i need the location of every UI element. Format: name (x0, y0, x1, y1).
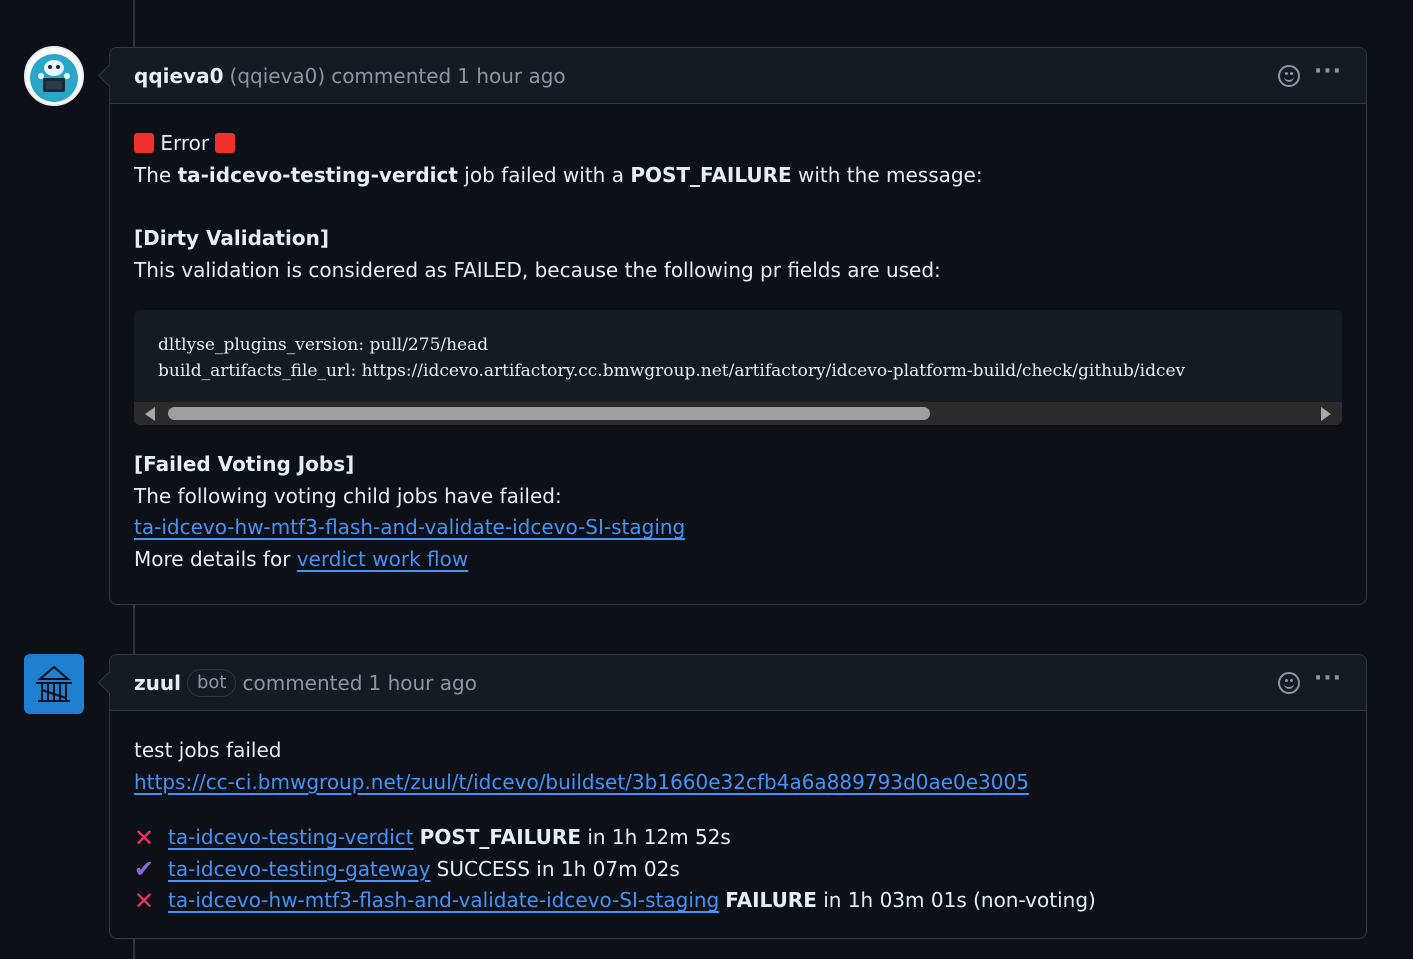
job-name: ta-idcevo-testing-verdict (177, 162, 458, 187)
buildset-link[interactable]: https://cc-ci.bmwgroup.net/zuul/t/idcevo… (134, 770, 1029, 794)
zuul-gate-avatar[interactable] (24, 654, 84, 714)
details-prefix: More details for (134, 546, 297, 571)
code-content: dltlyse_plugins_version: pull/275/head bu… (134, 310, 1342, 402)
x-icon: ✕ (134, 886, 155, 915)
job-result: SUCCESS (436, 856, 530, 881)
sentence-mid: job failed with a (457, 162, 631, 187)
job-result-row: ✔ ta-idcevo-testing-gateway SUCCESS in 1… (134, 854, 1342, 886)
scroll-right-icon[interactable] (1321, 407, 1331, 421)
comment-body: Error The ta-idcevo-testing-verdict job … (110, 104, 1366, 599)
comment-timestamp[interactable]: 1 hour ago (457, 64, 565, 88)
more-options-icon[interactable]: ··· (1314, 667, 1342, 690)
scrollbar-thumb[interactable] (168, 407, 930, 420)
comment-body: test jobs failed https://cc-ci.bmwgroup.… (110, 711, 1366, 941)
comment-author[interactable]: zuul (134, 671, 181, 695)
comment-author[interactable]: qqieva0 (134, 64, 224, 88)
scroll-left-icon[interactable] (145, 407, 155, 421)
bot-badge: bot (186, 668, 237, 697)
summary-text: test jobs failed (134, 738, 282, 762)
job-link[interactable]: ta-idcevo-hw-mtf3-flash-and-validate-idc… (168, 885, 719, 917)
comment-action: commented (242, 670, 363, 695)
x-icon: ✕ (134, 823, 155, 852)
sentence-suffix: with the message: (791, 162, 983, 187)
failure-type: POST_FAILURE (630, 162, 792, 187)
comment-card: qqieva0 (qqieva0) commented 1 hour ago ·… (109, 47, 1367, 605)
section-text-dirty-validation: This validation is considered as FAILED,… (134, 257, 941, 282)
job-link[interactable]: ta-idcevo-testing-verdict (168, 822, 414, 854)
comment-action: commented (331, 63, 452, 88)
comment-header: zuul bot commented 1 hour ago ··· (110, 655, 1366, 711)
section-title-dirty-validation: [Dirty Validation] (134, 226, 329, 250)
comment-timestamp[interactable]: 1 hour ago (369, 671, 477, 695)
robot-avatar[interactable] (24, 46, 84, 106)
job-duration: in 1h 12m 52s (580, 825, 731, 849)
header-actions: ··· (1277, 667, 1342, 694)
horizontal-scrollbar[interactable] (134, 402, 1342, 425)
comment-card: zuul bot commented 1 hour ago ··· test j… (109, 654, 1367, 939)
error-heading: Error (134, 128, 1342, 160)
error-label: Error (160, 131, 210, 155)
author-login: (qqieva0) (229, 63, 326, 88)
code-block: dltlyse_plugins_version: pull/275/head bu… (134, 310, 1342, 425)
add-reaction-icon[interactable] (1277, 64, 1300, 87)
section-title-failed-jobs: [Failed Voting Jobs] (134, 452, 355, 476)
job-duration: in 1h 03m 01s (non-voting) (816, 888, 1096, 912)
check-icon: ✔ (134, 855, 155, 884)
job-result: FAILURE (725, 888, 817, 912)
comment-header: qqieva0 (qqieva0) commented 1 hour ago ·… (110, 48, 1366, 104)
job-link[interactable]: ta-idcevo-testing-gateway (168, 854, 431, 886)
header-actions: ··· (1277, 60, 1342, 87)
failure-sentence: The ta-idcevo-testing-verdict job failed… (134, 160, 1342, 192)
job-result-row: ✕ ta-idcevo-hw-mtf3-flash-and-validate-i… (134, 885, 1342, 917)
more-options-icon[interactable]: ··· (1314, 60, 1342, 83)
failed-job-link[interactable]: ta-idcevo-hw-mtf3-flash-and-validate-idc… (134, 515, 685, 539)
job-result-row: ✕ ta-idcevo-testing-verdict POST_FAILURE… (134, 822, 1342, 854)
job-result: POST_FAILURE (419, 825, 581, 849)
add-reaction-icon[interactable] (1277, 671, 1300, 694)
section-text-failed-jobs: The following voting child jobs have fai… (134, 483, 562, 508)
sentence-prefix: The (134, 162, 178, 187)
code-line: dltlyse_plugins_version: pull/275/head (158, 335, 489, 355)
verdict-workflow-link[interactable]: verdict work flow (297, 547, 468, 571)
job-duration: in 1h 07m 02s (529, 856, 680, 881)
red-square-icon (134, 133, 154, 153)
red-square-icon (215, 133, 236, 153)
code-line: build_artifacts_file_url: https://idcevo… (158, 361, 1186, 381)
